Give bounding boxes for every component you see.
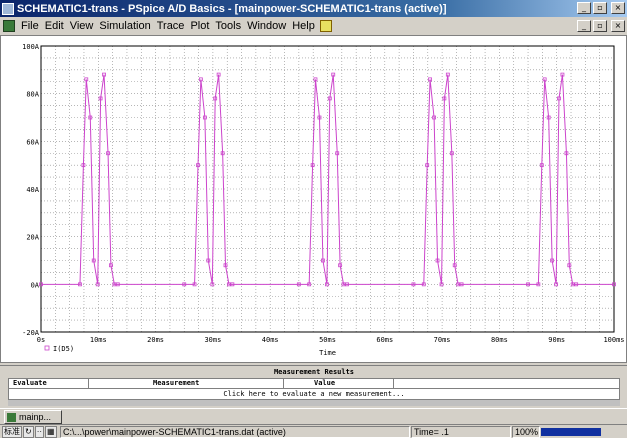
- menu-plot[interactable]: Plot: [187, 20, 212, 32]
- pspice-app-icon[interactable]: [2, 2, 14, 15]
- schematic-icon: [7, 413, 16, 422]
- measurement-scrollbar[interactable]: [8, 400, 620, 406]
- column-spacer: [394, 379, 619, 388]
- measurement-results-title: Measurement Results: [273, 368, 355, 376]
- status-zoom: 100%: [512, 426, 540, 438]
- x-tick-label: 50ms: [319, 336, 336, 344]
- x-tick-label: 100ms: [603, 336, 624, 344]
- context-help-icon[interactable]: [319, 20, 332, 32]
- document-icon[interactable]: [3, 20, 15, 32]
- y-tick-label: 80A: [26, 91, 39, 99]
- column-measurement[interactable]: Measurement: [89, 379, 284, 388]
- status-progress-bar: [541, 428, 601, 436]
- tab-label: mainp...: [19, 412, 52, 422]
- doc-restore-button[interactable]: ▫: [593, 20, 607, 32]
- x-tick-label: 60ms: [376, 336, 393, 344]
- doc-minimize-button[interactable]: _: [577, 20, 591, 32]
- status-file-path: C:\...\power\mainpower-SCHEMATIC1-trans.…: [60, 426, 410, 438]
- menu-simulation[interactable]: Simulation: [96, 20, 153, 32]
- column-evaluate[interactable]: Evaluate: [9, 379, 89, 388]
- menu-help[interactable]: Help: [289, 20, 318, 32]
- menu-tools[interactable]: Tools: [212, 20, 244, 32]
- menu-view[interactable]: View: [67, 20, 97, 32]
- status-bar: 标准 ↻ ·· ▦ C:\...\power\mainpower-SCHEMAT…: [0, 424, 627, 438]
- y-tick-label: 100A: [22, 43, 40, 51]
- column-value[interactable]: Value: [284, 379, 394, 388]
- x-tick-label: 30ms: [204, 336, 221, 344]
- y-tick-label: 0A: [31, 281, 40, 289]
- close-button[interactable]: ×: [611, 2, 625, 14]
- menu-bar: File Edit View Simulation Trace Plot Too…: [0, 17, 627, 35]
- x-tick-label: 40ms: [262, 336, 279, 344]
- evaluate-new-measurement-row[interactable]: Click here to evaluate a new measurement…: [8, 389, 620, 400]
- x-tick-label: 90ms: [548, 336, 565, 344]
- x-tick-label: 10ms: [90, 336, 107, 344]
- waveform-plot[interactable]: 0s 10ms 20ms 30ms 40ms 50ms 60ms 70ms 80ms 90ms 10…: [1, 36, 626, 362]
- legend-label: I(D5): [53, 345, 74, 353]
- legend-marker: [44, 345, 50, 351]
- x-axis-label: Time: [319, 349, 336, 357]
- ime-keyboard-icon[interactable]: ▦: [45, 426, 57, 438]
- minimize-button[interactable]: _: [577, 2, 591, 14]
- menu-window[interactable]: Window: [244, 20, 289, 32]
- measurement-results-panel: Measurement Results Evaluate Measurement…: [0, 365, 627, 407]
- window-title: SCHEMATIC1-trans - PSpice A/D Basics - […: [17, 2, 447, 15]
- menu-file[interactable]: File: [18, 20, 42, 32]
- x-tick-label: 80ms: [491, 336, 508, 344]
- document-tab-bar: mainp...: [0, 408, 627, 424]
- doc-close-button[interactable]: ×: [611, 20, 625, 32]
- x-tick-label: 70ms: [434, 336, 451, 344]
- tab-mainpower[interactable]: mainp...: [4, 410, 62, 424]
- plot-window[interactable]: 0s 10ms 20ms 30ms 40ms 50ms 60ms 70ms 80ms 90ms 10…: [0, 35, 627, 363]
- menu-trace[interactable]: Trace: [154, 20, 188, 32]
- status-time: Time= .1: [411, 426, 511, 438]
- ime-punct-icon[interactable]: ··: [34, 426, 45, 438]
- restore-button[interactable]: ▫: [593, 2, 607, 14]
- x-tick-label: 20ms: [147, 336, 164, 344]
- y-tick-label: -20A: [22, 329, 40, 337]
- measurement-table-header: Evaluate Measurement Value: [8, 378, 620, 389]
- ime-toolbar: 标准 ↻ ·· ▦: [2, 426, 57, 438]
- y-tick-label: 40A: [26, 186, 39, 194]
- ime-mode[interactable]: 标准: [2, 426, 22, 438]
- menu-edit[interactable]: Edit: [42, 20, 67, 32]
- y-tick-label: 20A: [26, 234, 39, 242]
- x-tick-label: 0s: [37, 336, 45, 344]
- y-tick-label: 60A: [26, 138, 39, 146]
- title-bar: SCHEMATIC1-trans - PSpice A/D Basics - […: [0, 0, 627, 17]
- ime-switch-icon[interactable]: ↻: [23, 426, 34, 438]
